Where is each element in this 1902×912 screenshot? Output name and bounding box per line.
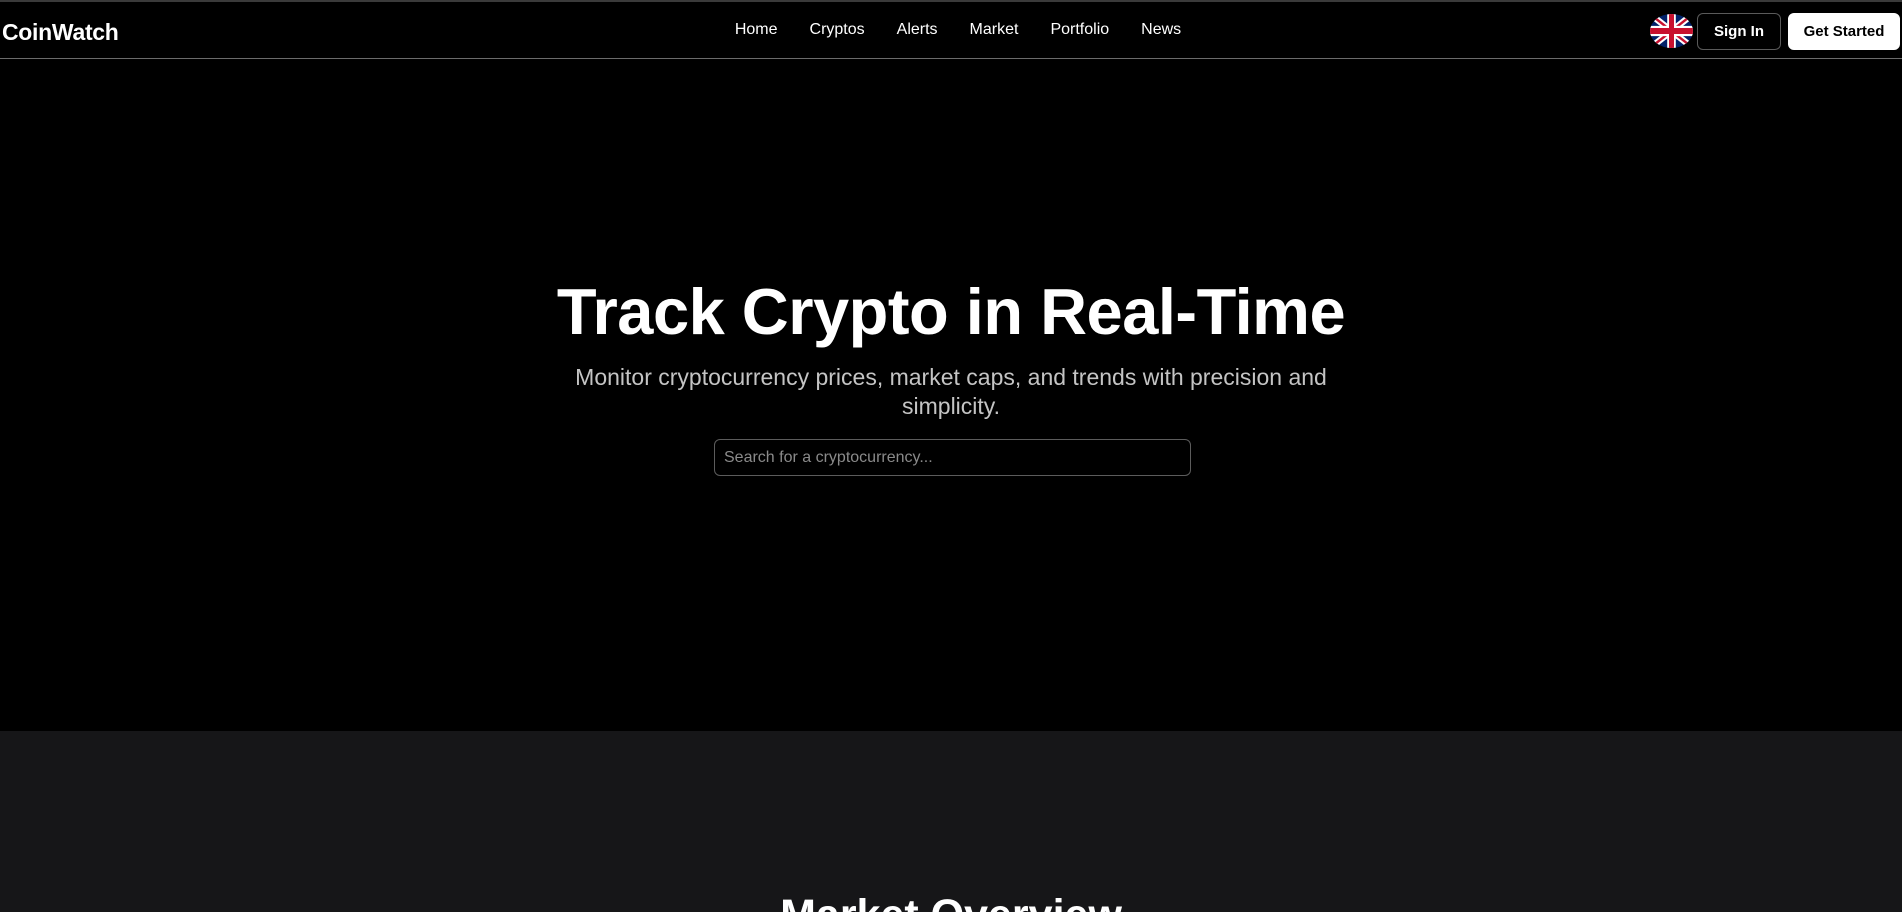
hero-section: Track Crypto in Real-Time Monitor crypto… — [0, 59, 1902, 731]
nav-home[interactable]: Home — [735, 21, 778, 39]
main-nav: Home Cryptos Alerts Market Portfolio New… — [0, 21, 1902, 39]
nav-cryptos[interactable]: Cryptos — [810, 21, 865, 39]
uk-flag-icon[interactable] — [1650, 14, 1693, 48]
crypto-search-input[interactable] — [714, 439, 1191, 476]
market-overview-title: Market Overview — [0, 891, 1902, 912]
nav-news[interactable]: News — [1141, 21, 1181, 39]
navbar: CoinWatch Home Cryptos Alerts Market Por… — [0, 2, 1902, 59]
sign-in-button[interactable]: Sign In — [1697, 13, 1781, 50]
hero-subtitle: Monitor cryptocurrency prices, market ca… — [575, 364, 1327, 419]
get-started-button[interactable]: Get Started — [1788, 13, 1900, 50]
nav-market[interactable]: Market — [970, 21, 1019, 39]
market-overview-section: Market Overview — [0, 731, 1902, 912]
nav-portfolio[interactable]: Portfolio — [1050, 21, 1109, 39]
hero-title: Track Crypto in Real-Time — [556, 275, 1346, 348]
nav-alerts[interactable]: Alerts — [897, 21, 938, 39]
brand-logo[interactable]: CoinWatch — [2, 19, 119, 46]
